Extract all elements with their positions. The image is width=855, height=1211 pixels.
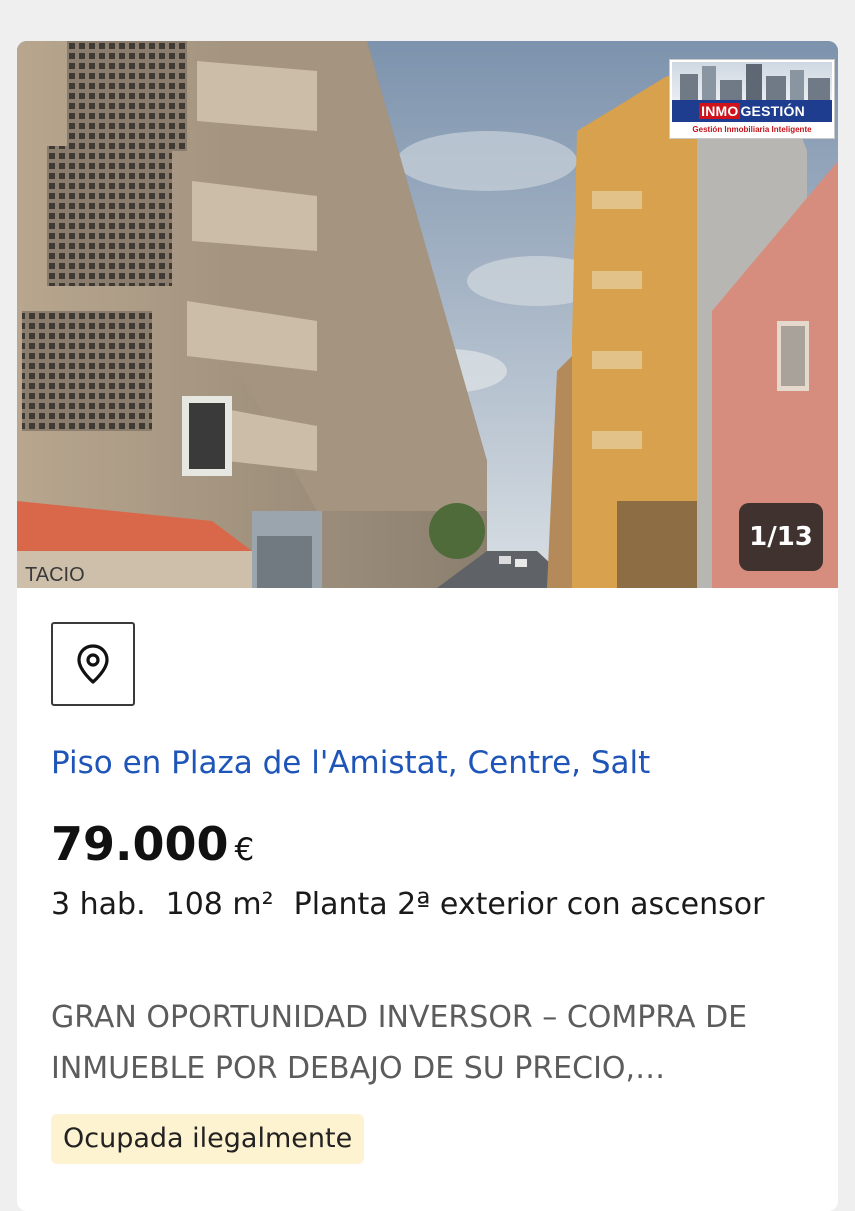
spec-area: 108 m² [165,887,274,922]
logo-brand: INMO GESTIÓN [672,100,832,122]
logo-skyline [672,62,832,100]
map-location-button[interactable] [51,622,135,706]
listing-specs: 3 hab. 108 m² Planta 2ª exterior con ascen… [51,879,771,930]
listing-price: 79.000 € [51,814,254,880]
logo-tagline: Gestión Inmobiliaria Inteligente [692,125,812,134]
listing-title-link[interactable]: Piso en Plaza de l'Amistat, Centre, Salt [51,741,821,785]
photo-counter: 1/13 [739,503,823,571]
shop-sign-text: TACIO [25,564,85,586]
spec-rooms: 3 hab. [51,887,146,922]
price-currency: € [234,832,255,868]
listing-card[interactable]: TACIO INMO GESTIÓN Gestión Inmobiliaria … [17,41,838,1211]
listing-description[interactable]: GRAN OPORTUNIDAD INVERSOR – COMPRA DE IN… [51,992,801,1094]
listing-photo[interactable]: TACIO INMO GESTIÓN Gestión Inmobiliaria … [17,41,838,588]
spec-floor: Planta 2ª exterior con ascensor [293,887,765,922]
occupancy-badge: Ocupada ilegalmente [51,1114,365,1164]
price-value: 79.000 [51,817,229,871]
map-pin-icon [77,644,109,684]
agency-logo: INMO GESTIÓN Gestión Inmobiliaria Intelig… [669,59,835,139]
